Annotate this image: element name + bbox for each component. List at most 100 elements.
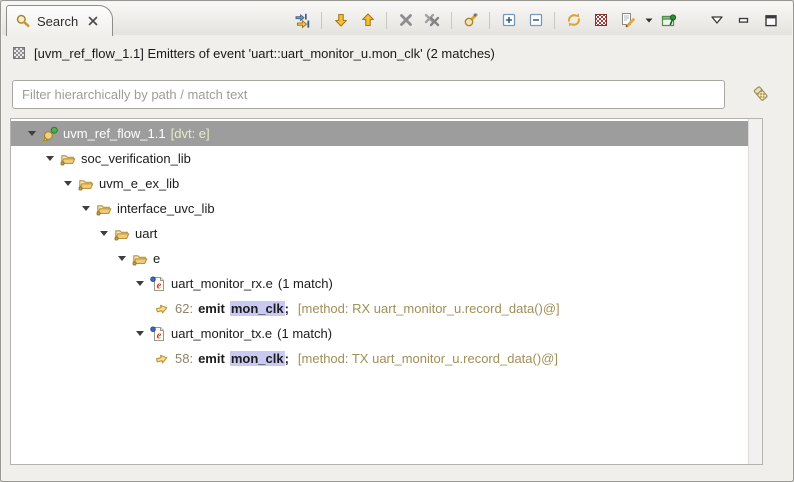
dropdown-arrow-icon	[644, 16, 654, 24]
clear-filter-button[interactable]	[748, 83, 774, 109]
folder-icon	[78, 176, 94, 192]
svg-text:e: e	[157, 280, 162, 291]
search-history-button[interactable]	[614, 8, 641, 32]
dropdown-arrow-button[interactable]	[641, 8, 656, 32]
e-file-icon: e	[150, 326, 166, 342]
toolbar	[289, 7, 784, 33]
filter-input[interactable]	[12, 80, 725, 109]
tree-item-decoration: [dvt: e]	[170, 126, 210, 141]
clear-filter-icon	[750, 83, 772, 110]
tree-row[interactable]: uvm_e_ex_lib	[11, 171, 749, 196]
results-tree-rows: uvm_ref_flow_1.1 [dvt: e] soc_verification…	[11, 121, 749, 371]
collapse-all-button[interactable]	[522, 8, 549, 32]
folder-icon	[96, 201, 112, 217]
view-menu-button[interactable]	[703, 8, 730, 32]
tree-item-label: soc_verification_lib	[81, 151, 191, 166]
expander-icon[interactable]	[136, 281, 144, 286]
tree-item-label: interface_uvc_lib	[117, 201, 215, 216]
next-match-button[interactable]	[327, 8, 354, 32]
tree-row[interactable]: soc_verification_lib	[11, 146, 749, 171]
folder-icon	[60, 151, 76, 167]
result-header: [uvm_ref_flow_1.1] Emitters of event 'ua…	[12, 44, 495, 62]
tree-item-label: uvm_e_ex_lib	[99, 176, 180, 191]
expand-all-icon	[501, 12, 517, 28]
search-view-window: Search [uvm_ref_flow_1.1] Emitters of ev…	[0, 0, 794, 482]
e-file-icon: e	[150, 276, 166, 292]
tree-row[interactable]: interface_uvc_lib	[11, 196, 749, 221]
match-line-number: 62:	[175, 301, 194, 316]
run-search-again-icon	[463, 12, 479, 28]
close-icon[interactable]	[86, 14, 100, 28]
match-count: (1 match)	[277, 276, 333, 291]
tab-search[interactable]: Search	[6, 5, 114, 36]
folder-icon	[114, 226, 130, 242]
cancel-search-icon	[593, 12, 609, 28]
toolbar-separator	[554, 11, 555, 29]
expander-icon[interactable]	[82, 206, 90, 211]
toolbar-separator	[451, 11, 452, 29]
pin-view-icon	[661, 12, 678, 28]
tree-row[interactable]: e uart_monitor_rx.e (1 match)	[11, 271, 749, 296]
tab-title: Search	[37, 13, 79, 29]
minimize-icon	[737, 14, 751, 26]
expand-all-button[interactable]	[495, 8, 522, 32]
next-match-icon	[333, 12, 349, 28]
cancel-search-button[interactable]	[587, 8, 614, 32]
results-tree: uvm_ref_flow_1.1 [dvt: e] soc_verification…	[10, 118, 763, 465]
match-line-number: 58:	[175, 351, 194, 366]
expander-icon[interactable]	[136, 331, 144, 336]
match-row[interactable]: 62: emit mon_clk; [method: RX uart_monitor_…	[11, 296, 749, 321]
toolbar-separator	[489, 11, 490, 29]
view-content: [uvm_ref_flow_1.1] Emitters of event 'ua…	[2, 35, 792, 480]
tree-row[interactable]: e uart_monitor_tx.e (1 match)	[11, 321, 749, 346]
tree-item-label: uart_monitor_tx.e	[171, 326, 273, 341]
expander-icon[interactable]	[28, 131, 36, 136]
previous-match-icon	[360, 12, 376, 28]
search-history-icon	[620, 12, 636, 28]
vertical-scrollbar[interactable]	[748, 119, 762, 464]
tree-item-label: uvm_ref_flow_1.1	[63, 126, 166, 141]
tree-row[interactable]: uart	[11, 221, 749, 246]
maximize-button[interactable]	[757, 8, 784, 32]
remove-all-matches-icon	[424, 12, 441, 28]
tree-row[interactable]: e	[11, 246, 749, 271]
maximize-icon	[764, 14, 778, 27]
match-keyword: emit	[198, 301, 225, 316]
expander-icon[interactable]	[118, 256, 126, 261]
minimize-button[interactable]	[730, 8, 757, 32]
view-menu-icon	[710, 15, 724, 25]
match-context: [method: RX uart_monitor_u.record_data()…	[297, 301, 560, 316]
result-description: [uvm_ref_flow_1.1] Emitters of event 'ua…	[34, 45, 495, 61]
tree-item-label: uart_monitor_rx.e	[171, 276, 273, 291]
tree-row[interactable]: uvm_ref_flow_1.1 [dvt: e]	[11, 121, 749, 146]
expander-icon[interactable]	[64, 181, 72, 186]
match-keyword: emit	[198, 351, 225, 366]
refresh-button[interactable]	[560, 8, 587, 32]
expander-icon[interactable]	[100, 231, 108, 236]
jump-to-location-button[interactable]	[289, 8, 316, 32]
tree-item-label: uart	[135, 226, 158, 241]
search-results-icon	[12, 46, 26, 60]
match-suffix: ;	[284, 301, 289, 316]
remove-selected-match-button[interactable]	[392, 8, 419, 32]
remove-all-matches-button[interactable]	[419, 8, 446, 32]
match-row[interactable]: 58: emit mon_clk; [method: TX uart_monitor_…	[11, 346, 749, 371]
match-suffix: ;	[284, 351, 289, 366]
tab-bar: Search	[2, 2, 792, 36]
jump-to-location-icon	[294, 12, 311, 29]
tree-item-label: e	[153, 251, 161, 266]
match-context: [method: TX uart_monitor_u.record_data()…	[297, 351, 558, 366]
previous-match-button[interactable]	[354, 8, 381, 32]
toolbar-separator	[321, 11, 322, 29]
search-tab-icon	[15, 13, 31, 29]
refresh-icon	[566, 12, 582, 28]
remove-selected-match-icon	[398, 12, 414, 28]
pin-view-button[interactable]	[656, 8, 683, 32]
match-highlight: mon_clk	[229, 301, 285, 316]
folder-icon	[132, 251, 148, 267]
expander-icon[interactable]	[46, 156, 54, 161]
run-search-again-button[interactable]	[457, 8, 484, 32]
toolbar-separator	[386, 11, 387, 29]
svg-text:e: e	[157, 330, 162, 341]
match-arrow-icon	[154, 351, 170, 367]
